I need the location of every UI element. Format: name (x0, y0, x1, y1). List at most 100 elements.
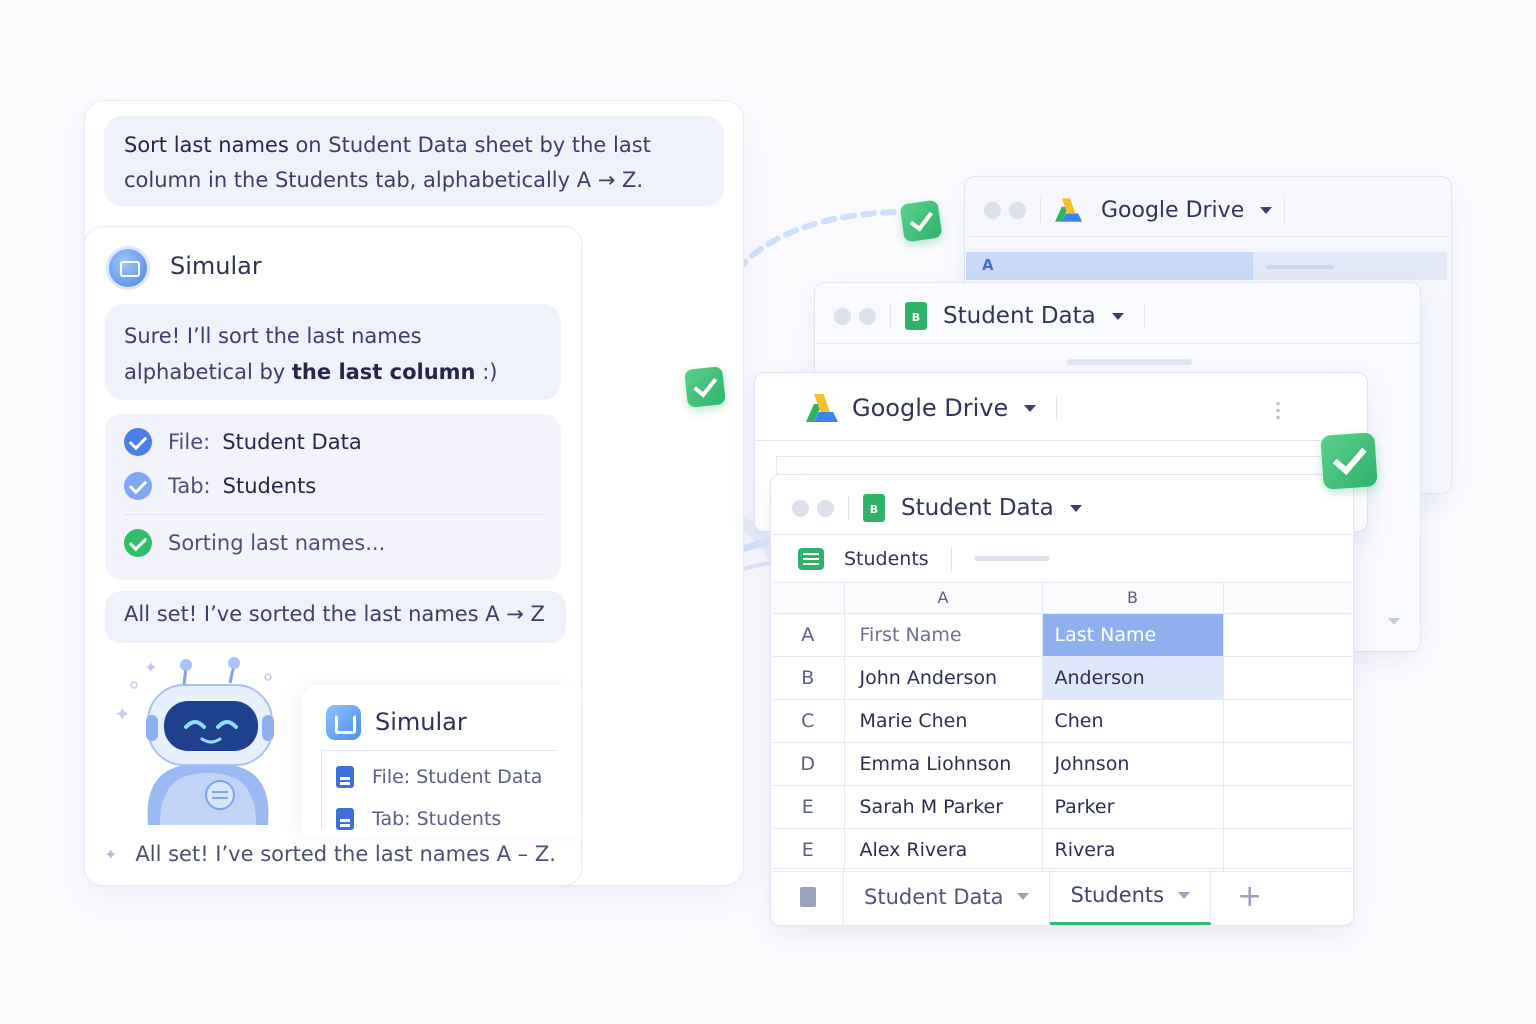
prompt-text-line2: column in the Students tab, alphabetical… (124, 168, 644, 192)
empty-cell[interactable] (1223, 699, 1352, 743)
sheet-subbar: Students (772, 534, 1352, 583)
document-icon (799, 886, 816, 907)
separator (950, 546, 952, 571)
check-icon (124, 529, 152, 557)
step-tab: Tab: Students (124, 472, 316, 500)
tab-label: Students (1070, 883, 1165, 907)
more-options-icon[interactable] (1276, 400, 1280, 420)
divider (816, 343, 1419, 344)
add-tab-button[interactable]: + (1211, 869, 1288, 925)
step-value: Student Data (222, 430, 362, 454)
mini-agent-name: Simular (375, 708, 467, 736)
empty-cell[interactable] (1223, 613, 1352, 657)
placeholder-line (1067, 359, 1192, 365)
cell-first-name[interactable]: Alex Rivera (844, 828, 1043, 872)
empty-cell[interactable] (1223, 742, 1352, 786)
step-sorting: Sorting last names... (124, 529, 385, 557)
sheets-icon: B (905, 302, 927, 330)
prompt-text: on Student Data sheet by the last (288, 133, 651, 157)
active-tab-label[interactable]: Students (844, 548, 929, 570)
simular-app-icon (326, 705, 361, 740)
table-row: E Sarah M Parker Parker (772, 785, 1352, 829)
tab-label: Student Data (864, 884, 1004, 909)
chevron-down-icon[interactable] (1017, 893, 1030, 900)
spreadsheet-grid: A B A First Name Last Name B John Anders… (772, 583, 1352, 872)
chevron-down-icon[interactable] (1111, 312, 1124, 320)
drive-window-mid-titlebar: Google Drive (806, 394, 1058, 422)
agent-name: Simular (170, 252, 262, 280)
cell-last-name[interactable]: Johnson (1042, 742, 1224, 786)
chevron-down-icon[interactable] (1388, 618, 1400, 625)
cell-first-name[interactable]: Emma Liohnson (844, 742, 1043, 786)
row-header[interactable]: B (772, 656, 845, 700)
row-header[interactable]: E (772, 785, 845, 829)
sheets-icon: B (863, 494, 885, 522)
separator (1056, 396, 1058, 420)
inner-frame (776, 456, 1336, 476)
tab-students[interactable]: Students (1050, 868, 1212, 925)
separator (1284, 198, 1286, 222)
cell-first-name[interactable]: Sarah M Parker (844, 785, 1043, 829)
window-controls (792, 499, 834, 517)
check-icon (124, 472, 152, 500)
window-title: Student Data (901, 495, 1054, 521)
drive-icon (1055, 198, 1083, 222)
footer-status: ✦ All set! I’ve sorted the last names A … (104, 842, 556, 866)
chevron-down-icon[interactable] (1024, 404, 1037, 412)
list-icon (798, 547, 824, 570)
check-icon (124, 428, 152, 456)
mini-tree-line (321, 750, 322, 830)
sheet-window-front-titlebar: B Student Data (792, 494, 1082, 522)
row-header[interactable]: A (772, 613, 845, 657)
empty-cell[interactable] (1223, 828, 1352, 872)
empty-cell[interactable] (1223, 785, 1352, 829)
step-label: Tab: (168, 474, 211, 498)
cell-first-name[interactable]: Marie Chen (844, 699, 1043, 743)
table-row: A First Name Last Name (772, 613, 1352, 657)
row-header[interactable]: C (772, 699, 845, 743)
column-header[interactable]: B (1042, 583, 1224, 614)
table-row: E Alex Rivera Rivera (772, 828, 1352, 872)
divider (756, 440, 1366, 441)
window-title: Google Drive (852, 394, 1009, 422)
prompt-emphasis: Sort last names (124, 133, 289, 157)
svg-text:✦: ✦ (144, 658, 157, 677)
column-header[interactable]: A (844, 583, 1043, 614)
cell-first-name[interactable]: John Anderson (844, 656, 1043, 700)
window-title: Student Data (943, 303, 1096, 329)
mini-divider (321, 750, 556, 751)
mini-file-label: File: Student Data (372, 766, 543, 788)
done-message-bubble: All set! I’ve sorted the last names A → … (105, 591, 566, 643)
placeholder-line (1266, 265, 1334, 269)
column-header (1223, 583, 1352, 614)
cell-first-name[interactable]: First Name (844, 613, 1043, 657)
chevron-down-icon[interactable] (1260, 206, 1273, 214)
cell-last-name[interactable]: Chen (1042, 699, 1224, 743)
chevron-down-icon[interactable] (1069, 504, 1082, 512)
cell-last-name[interactable]: Last Name (1042, 613, 1224, 657)
drive-window-back-titlebar: Google Drive (984, 196, 1286, 224)
empty-cell[interactable] (1223, 656, 1352, 700)
tab-student-data[interactable]: Student Data (844, 868, 1051, 925)
user-prompt-bubble: Sort last names on Student Data sheet by… (104, 116, 724, 206)
row-header[interactable]: E (772, 828, 845, 872)
reply-text-the: the (291, 360, 339, 384)
cell-last-name[interactable]: Rivera (1042, 828, 1224, 872)
step-value: Students (222, 474, 317, 498)
check-icon (899, 199, 943, 243)
reply-emphasis: the last names (265, 324, 422, 348)
placeholder-line (973, 556, 1050, 561)
sheet-list-button[interactable] (772, 868, 844, 925)
separator (1040, 198, 1041, 222)
row-header[interactable]: D (772, 742, 845, 786)
cell-last-name[interactable]: Parker (1042, 785, 1224, 829)
column-header-row: A B (772, 583, 1352, 614)
chevron-down-icon[interactable] (1178, 891, 1191, 899)
sheet-tabs-bar: Student Data Students + (772, 868, 1352, 925)
cell-last-name[interactable]: Anderson (1042, 656, 1224, 700)
check-icon (684, 366, 726, 408)
selected-column-bar (966, 252, 1253, 280)
window-controls (834, 307, 876, 325)
separator (890, 304, 891, 328)
sparkle-icon: ✦ (104, 844, 118, 864)
